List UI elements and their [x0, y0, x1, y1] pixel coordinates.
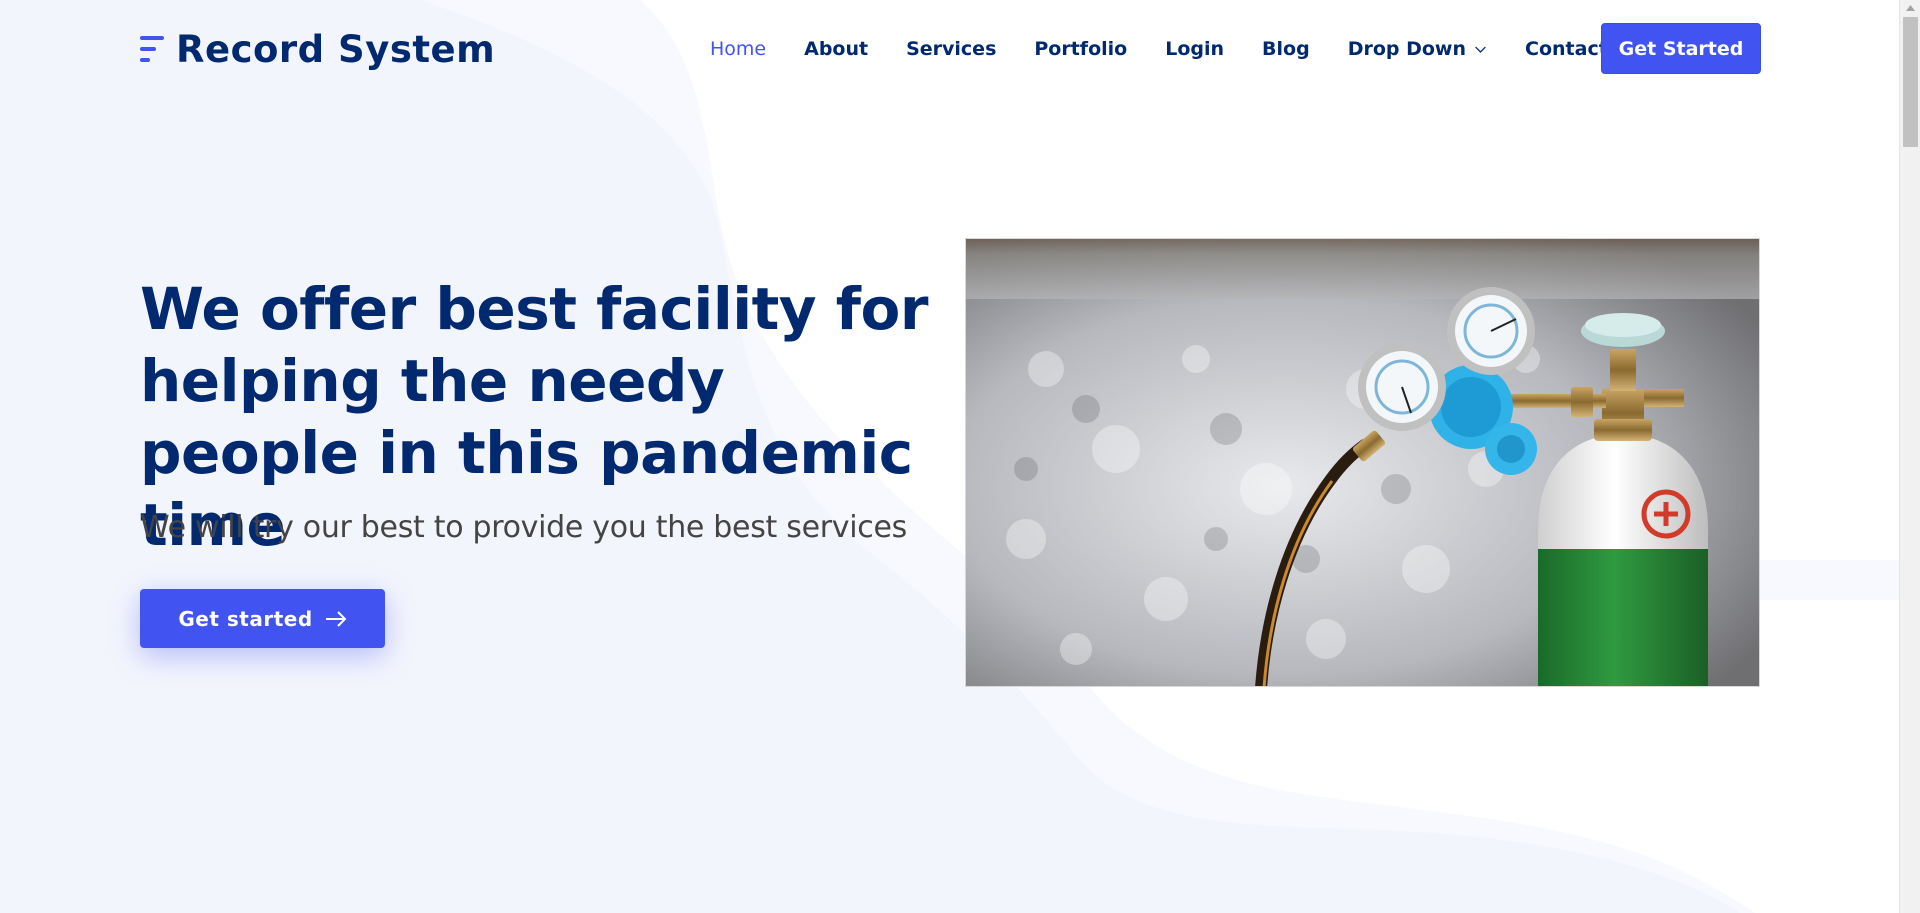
- brand-name: Record System: [176, 27, 496, 71]
- scrollbar-thumb[interactable]: [1903, 17, 1918, 147]
- nav-item-contact[interactable]: Contact: [1525, 38, 1608, 60]
- get-started-label: Get started: [178, 606, 313, 631]
- get-started-button[interactable]: Get started: [140, 589, 385, 648]
- hero-subtitle: We will try our best to provide you the …: [140, 510, 907, 545]
- nav-item-drop-down[interactable]: Drop Down: [1348, 38, 1487, 60]
- nav-item-label: Blog: [1262, 38, 1310, 60]
- nav-item-label: Portfolio: [1034, 38, 1128, 60]
- nav-item-about[interactable]: About: [804, 38, 868, 60]
- oxygen-cylinder-image: [965, 238, 1760, 687]
- nav-item-label: Login: [1165, 38, 1225, 60]
- logo-icon: [140, 32, 166, 66]
- nav-item-home[interactable]: Home: [710, 38, 766, 60]
- scroll-up-arrow-icon[interactable]: [1900, 0, 1920, 16]
- get-started-header-button[interactable]: Get Started: [1601, 23, 1761, 74]
- nav-item-login[interactable]: Login: [1165, 38, 1224, 60]
- nav-item-portfolio[interactable]: Portfolio: [1034, 38, 1127, 60]
- main-nav: Home About Services Portfolio Login Blog…: [710, 23, 1646, 75]
- nav-item-blog[interactable]: Blog: [1262, 38, 1310, 60]
- nav-item-label: Contact: [1525, 38, 1608, 60]
- hero-illustration: [966, 239, 1759, 686]
- logo[interactable]: Record System: [140, 27, 496, 71]
- nav-item-label: About: [804, 38, 869, 60]
- nav-item-label: Services: [906, 38, 997, 60]
- page-scrollbar[interactable]: [1899, 0, 1920, 913]
- site-header: Record System Home About Services Portfo…: [0, 0, 1899, 98]
- nav-item-label: Drop Down: [1347, 38, 1467, 60]
- arrow-right-icon: [325, 610, 347, 627]
- nav-item-services[interactable]: Services: [906, 38, 996, 60]
- nav-item-label: Home: [710, 38, 767, 60]
- chevron-down-icon: [1475, 46, 1486, 53]
